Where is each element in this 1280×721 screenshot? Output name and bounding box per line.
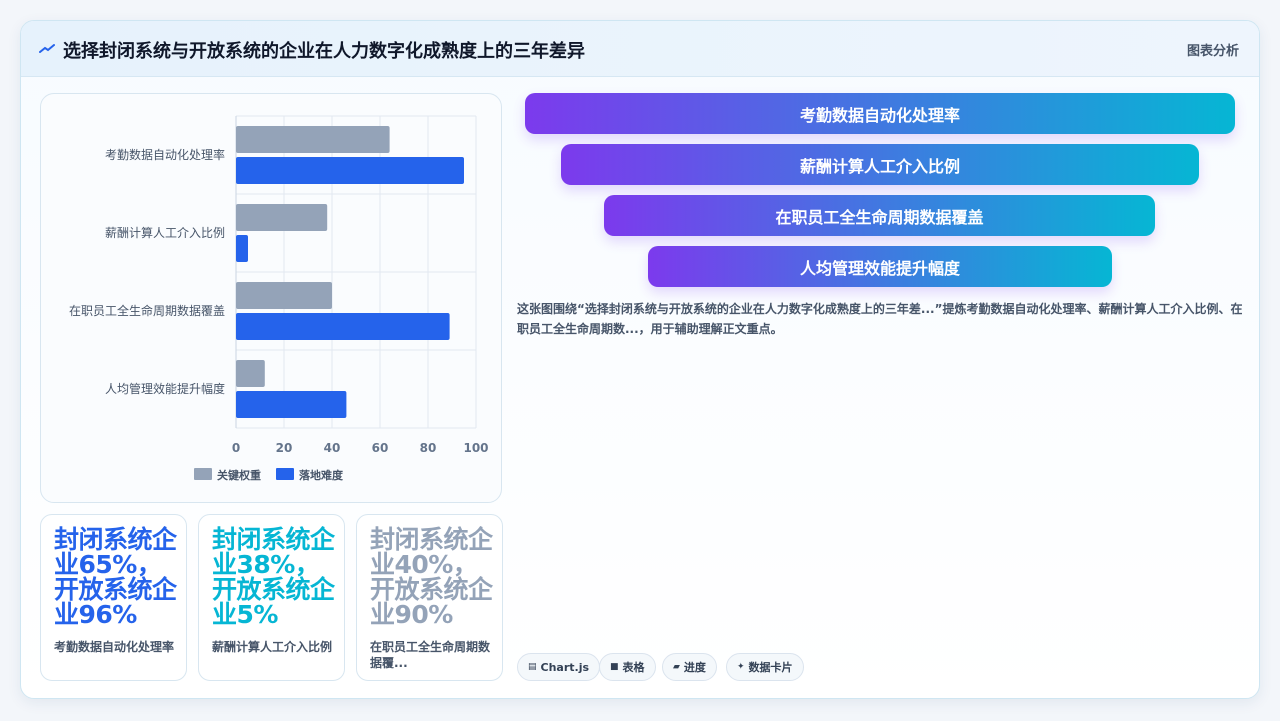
tag-chartjs[interactable]: ▤ Chart.js xyxy=(517,653,601,681)
metric-value: 封闭系统企业40%，开放系统企业90% xyxy=(370,525,493,629)
card-header: 选择封闭系统与开放系统的企业在人力数字化成熟度上的三年差异 图表分析 xyxy=(21,21,1259,77)
table-icon: ■ xyxy=(610,662,619,672)
legend-label: 关键权重 xyxy=(217,468,261,482)
chart-icon: ▤ xyxy=(528,662,537,672)
x-tick-label: 20 xyxy=(276,441,293,455)
bar-difficulty xyxy=(236,235,248,262)
tag-label: 进度 xyxy=(683,661,706,674)
y-category-label: 薪酬计算人工介入比例 xyxy=(105,225,225,240)
legend-swatch xyxy=(276,468,294,480)
tag-table[interactable]: ■ 表格 xyxy=(599,653,656,681)
tag-data-card[interactable]: ✦ 数据卡片 xyxy=(726,653,804,681)
bar-difficulty xyxy=(236,391,347,418)
bar-difficulty xyxy=(236,313,450,340)
metric-label: 薪酬计算人工介入比例 xyxy=(212,640,333,654)
metric-label: 在职员工全生命周期数据覆... xyxy=(370,640,491,670)
metric-value: 封闭系统企业65%，开放系统企业96% xyxy=(54,525,177,629)
trend-icon xyxy=(39,44,55,53)
x-tick-label: 0 xyxy=(232,441,240,455)
metric-card-attendance: 封闭系统企业65%，开放系统企业96% 考勤数据自动化处理率 xyxy=(40,514,187,681)
metric-value: 封闭系统企业38%，开放系统企业5% xyxy=(212,525,335,629)
x-tick-label: 80 xyxy=(420,441,437,455)
x-tick-label: 40 xyxy=(324,441,341,455)
bar-key-weight xyxy=(236,360,265,387)
progress-icon: ▰ xyxy=(673,662,680,672)
funnel-step-1[interactable]: 考勤数据自动化处理率 xyxy=(525,93,1235,134)
metric-label: 考勤数据自动化处理率 xyxy=(54,640,175,654)
chart-description: 这张图围绕“选择封闭系统与开放系统的企业在人力数字化成熟度上的三年差...”提炼… xyxy=(517,302,1243,336)
bar-key-weight xyxy=(236,282,332,309)
tag-label: Chart.js xyxy=(540,660,590,674)
funnel-step-2[interactable]: 薪酬计算人工介入比例 xyxy=(561,144,1199,185)
tag-progress[interactable]: ▰ 进度 xyxy=(662,653,717,681)
y-category-label: 人均管理效能提升幅度 xyxy=(105,381,225,396)
y-category-label: 考勤数据自动化处理率 xyxy=(105,147,225,162)
y-category-label: 在职员工全生命周期数据覆盖 xyxy=(69,303,225,318)
bar-chart-panel: 0 20 40 60 80 100 考勤数据自动化处理率 薪酬计算人工介入比例在职员工全生命周… xyxy=(40,93,502,503)
chart-analysis-badge[interactable]: 图表分析 xyxy=(1187,40,1239,59)
funnel-step-3[interactable]: 在职员工全生命周期数据覆盖 xyxy=(604,195,1155,236)
analysis-card: 选择封闭系统与开放系统的企业在人力数字化成熟度上的三年差异 图表分析 0 20 40… xyxy=(20,20,1260,699)
sparkle-icon: ✦ xyxy=(737,662,745,672)
x-tick-label: 100 xyxy=(463,441,488,455)
metric-card-lifecycle: 封闭系统企业40%，开放系统企业90% 在职员工全生命周期数据覆... xyxy=(356,514,503,681)
tag-label: 数据卡片 xyxy=(748,661,793,674)
bar-key-weight xyxy=(236,126,390,153)
tag-label: 表格 xyxy=(622,661,645,674)
x-tick-label: 60 xyxy=(372,441,389,455)
legend-swatch xyxy=(194,468,212,480)
metric-card-payroll: 封闭系统企业38%，开放系统企业5% 薪酬计算人工介入比例 xyxy=(198,514,345,681)
bar-key-weight xyxy=(236,204,328,231)
bar-difficulty xyxy=(236,157,464,184)
legend-label: 落地难度 xyxy=(299,468,344,482)
bar-chart: 0 20 40 60 80 100 考勤数据自动化处理率薪酬计算人工介入比例在职员工全生命周… xyxy=(69,115,489,482)
funnel-step-4[interactable]: 人均管理效能提升幅度 xyxy=(648,246,1112,287)
page-title: 选择封闭系统与开放系统的企业在人力数字化成熟度上的三年差异 xyxy=(63,41,585,62)
